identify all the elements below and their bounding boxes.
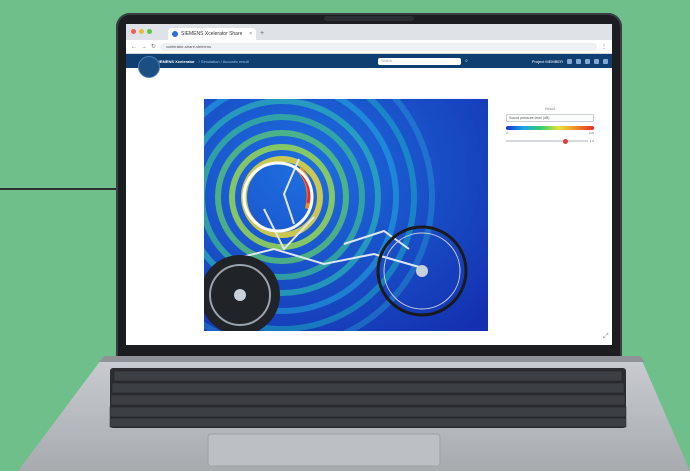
new-tab-button[interactable]: + <box>260 28 264 40</box>
browser-tab[interactable]: SIEMENS Xcelerator Share × <box>168 28 256 40</box>
maximize-window-icon[interactable] <box>147 29 152 34</box>
result-panel: Result Sound pressure level (dB) 0 100 1… <box>506 107 594 147</box>
colorbar-min: 0 <box>506 131 508 135</box>
camera-notch <box>324 16 414 21</box>
acoustic-field-render <box>204 99 488 331</box>
url-field[interactable]: xcelerator-share.siemens <box>160 42 597 51</box>
back-icon[interactable]: ← <box>131 44 137 50</box>
minimize-window-icon[interactable] <box>139 29 144 34</box>
browser-address-bar: ← → ↻ xcelerator-share.siemens ⋮ <box>126 40 612 54</box>
laptop-base <box>18 356 690 471</box>
laptop-lid: SIEMENS Xcelerator Share × + ← → ↻ xcele… <box>116 13 622 365</box>
settings-icon[interactable] <box>594 58 599 64</box>
tab-close-icon[interactable]: × <box>249 31 252 37</box>
url-text: xcelerator-share.siemens <box>166 44 211 49</box>
app-header: SIEMENS Xcelerator / Simulation / Acoust… <box>126 54 612 78</box>
help-icon[interactable] <box>576 58 581 64</box>
window-controls <box>131 29 152 34</box>
reload-icon[interactable]: ↻ <box>151 43 156 50</box>
breadcrumb: / Simulation / Acoustic result <box>198 58 249 64</box>
screen: SIEMENS Xcelerator Share × + ← → ↻ xcele… <box>126 24 612 345</box>
browser-menu-icon[interactable]: ⋮ <box>601 43 607 50</box>
share-icon[interactable] <box>585 58 590 64</box>
simulation-viewport[interactable] <box>204 99 488 331</box>
search-placeholder: Search <box>381 59 393 63</box>
colorbar <box>506 126 594 130</box>
search-icon[interactable]: ⌕ <box>465 58 468 64</box>
panel-slider-row: 1.0 <box>506 138 594 144</box>
expand-icon[interactable]: ⤢ <box>603 333 609 341</box>
colorbar-labels: 0 100 <box>506 131 594 135</box>
notifications-icon[interactable] <box>567 58 572 64</box>
workspace: Result Sound pressure level (dB) 0 100 1… <box>126 68 612 345</box>
result-select-value: Sound pressure level (dB) <box>509 116 550 120</box>
panel-title: Result <box>545 107 555 111</box>
colorbar-max: 100 <box>588 131 594 135</box>
forward-icon[interactable]: → <box>141 44 147 50</box>
close-window-icon[interactable] <box>131 29 136 34</box>
user-name[interactable]: Project MEMBER <box>532 59 563 64</box>
slider-value: 1.0 <box>589 139 594 143</box>
app-search-input[interactable]: Search <box>378 57 462 65</box>
browser-tabbar: SIEMENS Xcelerator Share × + <box>126 24 612 40</box>
site-logo-icon <box>172 31 178 37</box>
brand-name[interactable]: SIEMENS Xcelerator <box>156 59 195 64</box>
slider-thumb[interactable] <box>563 138 569 144</box>
apps-icon[interactable] <box>603 58 608 64</box>
app-logo-badge <box>138 56 160 78</box>
scale-slider[interactable] <box>506 138 588 144</box>
result-select[interactable]: Sound pressure level (dB) <box>506 114 594 122</box>
tab-title: SIEMENS Xcelerator Share <box>181 31 243 37</box>
